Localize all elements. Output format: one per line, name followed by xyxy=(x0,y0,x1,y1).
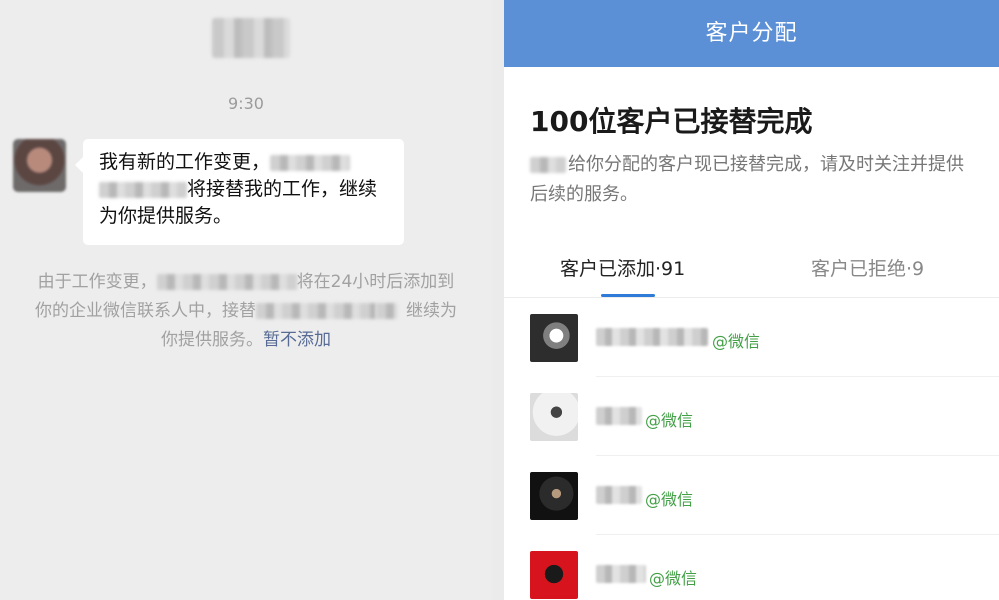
customer-avatar xyxy=(530,314,578,362)
list-item[interactable]: @微信 xyxy=(504,377,999,456)
system-notice: 由于工作变更， 将在24小时后添加到你的企业微信联系人中，接替 继续为你提供服务。暂… xyxy=(30,268,462,355)
tab-added[interactable]: 客户已添加·91 xyxy=(560,254,685,281)
message-text-part1: 我有新的工作变更， xyxy=(99,151,271,173)
active-tab-indicator xyxy=(601,294,655,297)
customer-source: @微信 xyxy=(645,490,694,509)
customer-name-blurred xyxy=(596,328,708,346)
customer-avatar xyxy=(530,472,578,520)
customer-avatar xyxy=(530,551,578,599)
list-item[interactable]: @微信 xyxy=(504,535,999,600)
notice-text-part1: 由于工作变更， xyxy=(37,272,157,292)
customer-assignment-panel: 客户分配 100位客户已接替完成 给你分配的客户现已接替完成，请及时关注并提供后… xyxy=(504,0,999,600)
customer-avatar xyxy=(530,393,578,441)
customer-list: @微信 @微信 @微信 @微信 xyxy=(504,298,999,600)
chat-title-blurred xyxy=(212,18,290,58)
redacted-name xyxy=(99,181,187,198)
customer-source: @微信 xyxy=(712,332,761,351)
tab-bar: 客户已添加·91 客户已拒绝·9 xyxy=(504,248,999,298)
message-bubble[interactable]: 我有新的工作变更， 将接替我的工作，继续为你提供服务。 xyxy=(75,139,404,245)
customer-name-blurred xyxy=(596,565,646,583)
sender-avatar[interactable] xyxy=(13,139,66,192)
chat-pane: 9:30 我有新的工作变更， 将接替我的工作，继续为你提供服务。 由于工作变更，… xyxy=(0,0,492,600)
customer-source: @微信 xyxy=(645,411,694,430)
description-text: 给你分配的客户现已接替完成，请及时关注并提供后续的服务。 xyxy=(530,154,964,205)
list-item[interactable]: @微信 xyxy=(504,298,999,377)
redacted-name xyxy=(256,303,376,319)
tab-rejected[interactable]: 客户已拒绝·9 xyxy=(811,254,924,281)
panel-description: 给你分配的客户现已接替完成，请及时关注并提供后续的服务。 xyxy=(530,150,975,210)
panel-headline: 100位客户已接替完成 xyxy=(530,105,813,138)
panel-header: 客户分配 xyxy=(504,0,999,67)
customer-name-blurred xyxy=(596,486,642,504)
list-item[interactable]: @微信 xyxy=(504,456,999,535)
customer-name-blurred xyxy=(596,407,642,425)
redacted-name xyxy=(376,303,398,319)
redacted-name xyxy=(270,154,351,171)
customer-source: @微信 xyxy=(649,569,698,588)
redacted-name xyxy=(530,157,566,173)
message-timestamp: 9:30 xyxy=(228,94,264,113)
skip-add-link[interactable]: 暂不添加 xyxy=(263,330,331,350)
redacted-name xyxy=(156,274,297,290)
